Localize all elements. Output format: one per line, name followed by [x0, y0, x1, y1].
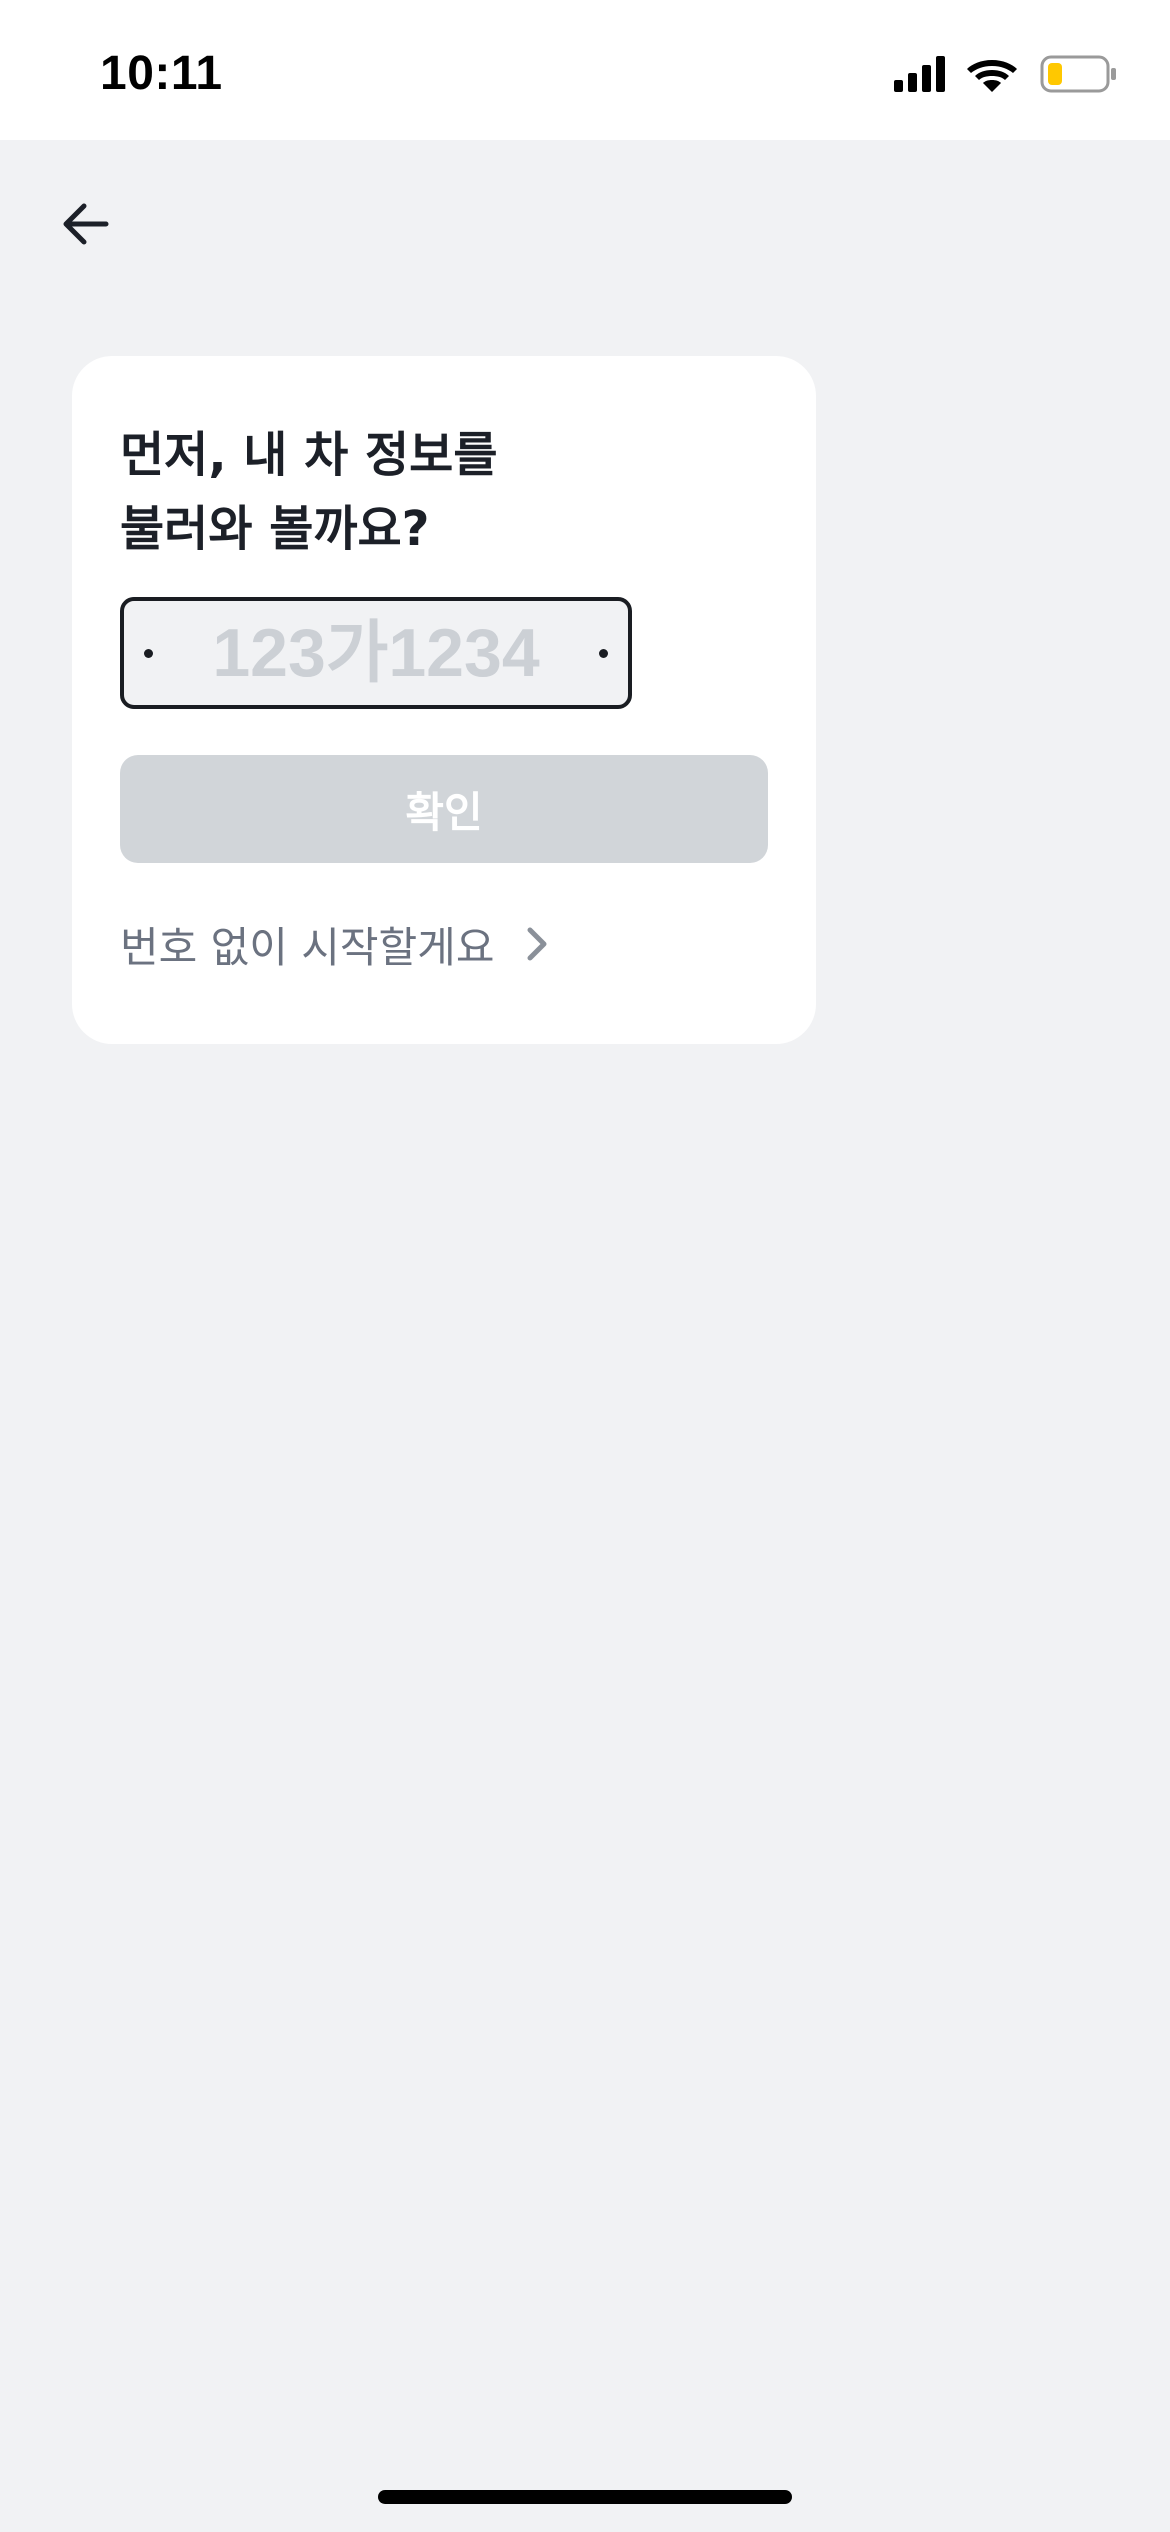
- status-bar: 10:11: [0, 0, 1170, 140]
- battery-icon: [1040, 55, 1116, 93]
- back-button[interactable]: [48, 186, 124, 262]
- wifi-icon: [967, 60, 1017, 92]
- chevron-right-icon: [527, 927, 547, 961]
- skip-without-number-link[interactable]: 번호 없이 시작할게요: [120, 904, 554, 984]
- signal-icon: [894, 56, 945, 92]
- card-title-line-2: 불러와 볼까요?: [120, 501, 430, 557]
- car-info-card: 먼저, 내 차 정보를 불러와 볼까요? 확인 번호 없이 시작할게요: [72, 356, 816, 1044]
- plate-bolt-left: [144, 649, 153, 658]
- status-time: 10:11: [100, 47, 223, 100]
- plate-bolt-right: [599, 649, 608, 658]
- arrow-left-icon: [63, 203, 109, 245]
- card-title: 먼저, 내 차 정보를 불러와 볼까요?: [120, 418, 760, 566]
- home-indicator: [378, 2490, 792, 2504]
- card-title-line-1: 먼저, 내 차 정보를: [120, 427, 498, 483]
- license-plate-input[interactable]: [174, 601, 578, 705]
- license-plate-field[interactable]: [120, 597, 632, 709]
- status-icons: [892, 52, 1118, 96]
- confirm-button[interactable]: 확인: [120, 755, 768, 863]
- skip-link-label: 번호 없이 시작할게요: [120, 922, 495, 972]
